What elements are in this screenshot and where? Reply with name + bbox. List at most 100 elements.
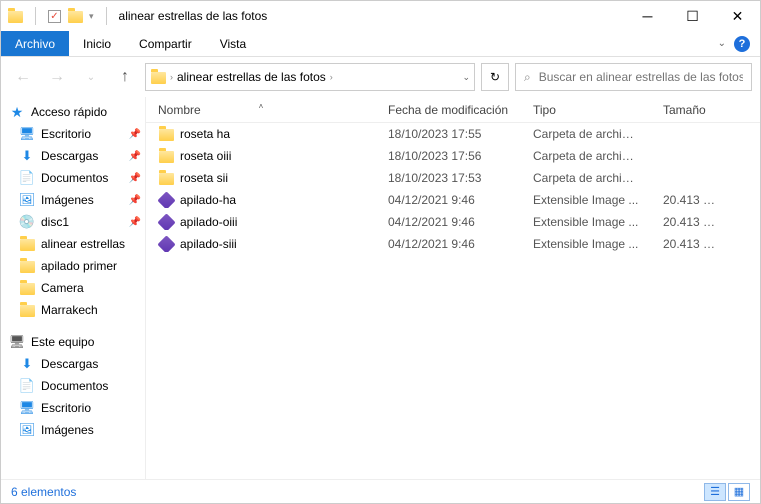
folder-icon: [150, 69, 166, 85]
file-row[interactable]: roseta sii 18/10/2023 17:53Carpeta de arc…: [146, 167, 760, 189]
file-type: Carpeta de archivos: [521, 171, 651, 185]
file-type: Extensible Image ...: [521, 215, 651, 229]
search-input[interactable]: [539, 70, 743, 84]
sidebar-item[interactable]: apilado primer: [1, 255, 145, 277]
up-button[interactable]: ↑: [111, 63, 139, 91]
recent-dropdown[interactable]: ⌄: [77, 63, 105, 91]
disc-icon: 💿: [19, 214, 35, 230]
file-row[interactable]: roseta ha18/10/2023 17:55Carpeta de arch…: [146, 123, 760, 145]
tab-share[interactable]: Compartir: [125, 31, 206, 56]
file-list[interactable]: roseta ha18/10/2023 17:55Carpeta de arch…: [146, 123, 760, 479]
help-icon[interactable]: ?: [734, 36, 750, 52]
col-type[interactable]: Tipo: [521, 103, 651, 117]
forward-button[interactable]: →: [43, 63, 71, 91]
tab-home[interactable]: Inicio: [69, 31, 125, 56]
file-name: roseta oiii: [180, 149, 231, 163]
nav-pane[interactable]: ★ Acceso rápido 🖥Escritorio📌⬇Descargas📌📄…: [1, 97, 146, 479]
back-button[interactable]: ←: [9, 63, 37, 91]
file-view: Nombre˄ Fecha de modificación Tipo Tamañ…: [146, 97, 760, 479]
qat-dropdown-icon[interactable]: ▾: [89, 11, 94, 22]
col-size[interactable]: Tamaño: [651, 103, 731, 117]
sidebar-item[interactable]: ⬇Descargas: [1, 353, 145, 375]
sidebar-item-label: Documentos: [41, 171, 108, 185]
folder-icon: [158, 148, 174, 164]
star-icon: ★: [9, 104, 25, 120]
chevron-right-icon[interactable]: ›: [330, 72, 333, 82]
nav-bar: ← → ⌄ ↑ › alinear estrellas de las fotos…: [1, 57, 760, 97]
folder-icon: [19, 236, 35, 252]
col-modified[interactable]: Fecha de modificación: [376, 103, 521, 117]
down-icon: ⬇: [19, 148, 35, 164]
fits-icon: [158, 214, 174, 230]
img-icon: 🖼: [19, 192, 35, 208]
file-name: roseta sii: [180, 171, 228, 185]
sidebar-item[interactable]: 📄Documentos📌: [1, 167, 145, 189]
sidebar-item[interactable]: ⬇Descargas📌: [1, 145, 145, 167]
sidebar-item-label: Imágenes: [41, 193, 94, 207]
chevron-right-icon[interactable]: ›: [170, 72, 173, 82]
sidebar-item-label: Camera: [41, 281, 84, 295]
pin-icon: 📌: [129, 173, 141, 184]
file-name: apilado-siii: [180, 237, 237, 251]
pin-icon: 📌: [129, 217, 141, 228]
address-dropdown-icon[interactable]: ⌄: [462, 72, 470, 83]
sidebar-item-label: Escritorio: [41, 401, 91, 415]
title-bar: ✓ ▾ alinear estrellas de las fotos ─ ☐ ✕: [1, 1, 760, 31]
desk-icon: 🖥: [19, 126, 35, 142]
folder-icon: [158, 126, 174, 142]
sidebar-item-label: Descargas: [41, 149, 98, 163]
sidebar-item-label: Documentos: [41, 379, 108, 393]
sidebar-item-label: alinear estrellas: [41, 237, 125, 251]
tab-file[interactable]: Archivo: [1, 31, 69, 56]
file-modified: 04/12/2021 9:46: [376, 215, 521, 229]
column-headers: Nombre˄ Fecha de modificación Tipo Tamañ…: [146, 97, 760, 123]
sidebar-item[interactable]: 🖥 Escritorio: [1, 397, 145, 419]
folder-icon: [19, 302, 35, 318]
file-row[interactable]: apilado-ha04/12/2021 9:46Extensible Imag…: [146, 189, 760, 211]
sidebar-item[interactable]: 💿disc1📌: [1, 211, 145, 233]
file-size: 20.413 KB: [651, 193, 731, 207]
fits-icon: [158, 192, 174, 208]
file-row[interactable]: apilado-oiii04/12/2021 9:46Extensible Im…: [146, 211, 760, 233]
file-type: Extensible Image ...: [521, 193, 651, 207]
icons-view-button[interactable]: ▦: [728, 483, 750, 501]
fits-icon: [158, 236, 174, 252]
file-modified: 04/12/2021 9:46: [376, 237, 521, 251]
folder-icon: [19, 280, 35, 296]
breadcrumb-current[interactable]: alinear estrellas de las fotos: [177, 70, 326, 84]
sidebar-item[interactable]: Marrakech: [1, 299, 145, 321]
doc-icon: 📄: [19, 378, 35, 394]
file-row[interactable]: roseta oiii18/10/2023 17:56Carpeta de ar…: [146, 145, 760, 167]
file-modified: 18/10/2023 17:53: [376, 171, 521, 185]
maximize-button[interactable]: ☐: [670, 1, 715, 31]
sidebar-item[interactable]: Camera: [1, 277, 145, 299]
file-modified: 18/10/2023 17:55: [376, 127, 521, 141]
sidebar-this-pc[interactable]: 🖥 Este equipo: [1, 331, 145, 353]
tab-view[interactable]: Vista: [206, 31, 260, 56]
col-name[interactable]: Nombre˄: [146, 103, 376, 117]
search-box[interactable]: ⌕: [515, 63, 752, 91]
refresh-button[interactable]: ↻: [481, 63, 509, 91]
details-view-button[interactable]: ☰: [704, 483, 726, 501]
sidebar-quick-access[interactable]: ★ Acceso rápido: [1, 101, 145, 123]
address-bar[interactable]: › alinear estrellas de las fotos › ⌄: [145, 63, 475, 91]
file-name: apilado-ha: [180, 193, 236, 207]
desk-icon: 🖥: [19, 400, 35, 416]
sidebar-item-label: apilado primer: [41, 259, 117, 273]
ribbon-expand-icon[interactable]: ⌄: [718, 38, 726, 49]
status-bar: 6 elementos ☰ ▦: [1, 479, 760, 503]
sidebar-item[interactable]: alinear estrellas: [1, 233, 145, 255]
close-button[interactable]: ✕: [715, 1, 760, 31]
minimize-button[interactable]: ─: [625, 1, 670, 31]
pin-icon: 📌: [129, 195, 141, 206]
sidebar-item[interactable]: 🖼Imágenes: [1, 419, 145, 441]
folder-icon[interactable]: [67, 8, 83, 24]
file-type: Carpeta de archivos: [521, 149, 651, 163]
sidebar-item[interactable]: 🖥Escritorio📌: [1, 123, 145, 145]
file-row[interactable]: apilado-siii04/12/2021 9:46Extensible Im…: [146, 233, 760, 255]
sidebar-item[interactable]: 📄 Documentos: [1, 375, 145, 397]
sidebar-item-label: Descargas: [41, 357, 98, 371]
sidebar-item[interactable]: 🖼 Imágenes 📌: [1, 189, 145, 211]
properties-icon[interactable]: ✓: [48, 10, 61, 23]
ribbon: Archivo Inicio Compartir Vista ⌄ ?: [1, 31, 760, 57]
